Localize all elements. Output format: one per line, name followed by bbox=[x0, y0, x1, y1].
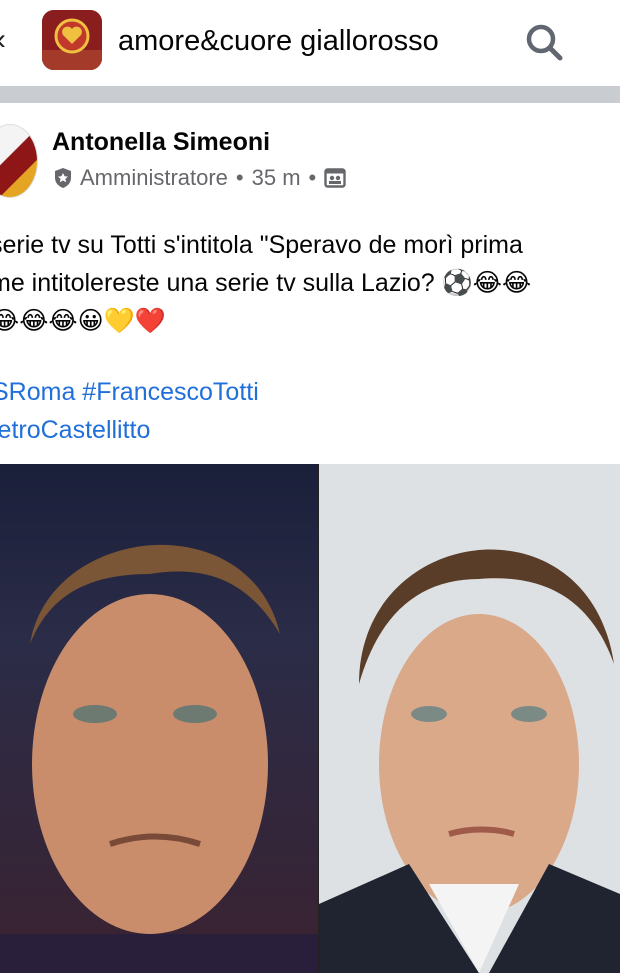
post-text-line: 😂😂😂😀💛❤️ bbox=[0, 307, 166, 335]
back-arrow-icon[interactable]: ‹ bbox=[0, 25, 10, 55]
post-text-line: me intitolereste una serie tv sulla Lazi… bbox=[0, 269, 532, 297]
meta-separator: • bbox=[308, 165, 317, 190]
post-body: serie tv su Totti s'intitola "Speravo de… bbox=[0, 226, 620, 340]
post-hashtags: SRoma #FrancescoTotti ietroCastellitto bbox=[0, 373, 620, 449]
group-title[interactable]: amore&cuore giallorosso bbox=[118, 22, 439, 60]
group-audience-icon[interactable] bbox=[324, 167, 346, 189]
portrait-left bbox=[0, 464, 318, 973]
post-timestamp[interactable]: 35 m bbox=[252, 165, 301, 191]
admin-badge-icon bbox=[52, 167, 74, 189]
feed-divider bbox=[0, 86, 620, 103]
hashtag-link[interactable]: SRoma #FrancescoTotti bbox=[0, 373, 620, 411]
author-name[interactable]: Antonella Simeoni bbox=[52, 125, 270, 159]
meta-separator: • bbox=[235, 165, 244, 190]
portrait-right bbox=[319, 464, 620, 973]
post-meta: Amministratore • 35 m • bbox=[52, 163, 346, 193]
author-role[interactable]: Amministratore bbox=[80, 165, 228, 191]
group-header-bar: ‹ amore&cuore giallorosso bbox=[0, 0, 620, 86]
search-icon[interactable] bbox=[522, 20, 566, 64]
hashtag-link[interactable]: ietroCastellitto bbox=[0, 411, 620, 449]
post-photo[interactable] bbox=[0, 464, 620, 973]
search-button[interactable] bbox=[522, 20, 566, 64]
group-avatar[interactable] bbox=[42, 10, 102, 70]
post-text-line: serie tv su Totti s'intitola "Speravo de… bbox=[0, 231, 523, 259]
author-avatar[interactable] bbox=[0, 124, 38, 198]
